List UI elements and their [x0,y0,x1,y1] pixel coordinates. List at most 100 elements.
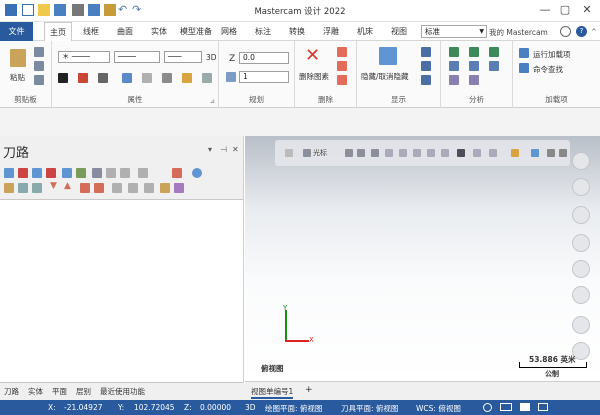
point-select-icon[interactable] [385,149,393,157]
copy-icon[interactable] [34,61,44,71]
hide-unhide-button[interactable]: 隐藏/取消隐藏 [361,71,409,82]
paste-icon[interactable] [10,49,26,67]
backplot-icon[interactable] [62,168,72,178]
toggle-regen-icon[interactable] [32,183,42,193]
collapse-icon[interactable] [160,183,170,193]
dimension-3d-label[interactable]: 3D [206,53,217,62]
tab-surfaces[interactable]: 曲面 [112,22,138,41]
close-icon[interactable]: ✕ [577,2,597,18]
toggle-posting-icon[interactable] [18,183,28,193]
tab-planes[interactable]: 平面 [52,386,67,397]
dialog-launcher-icon[interactable]: ⊿ [210,98,215,105]
analyze-entity-icon[interactable] [449,47,459,57]
entity-attributes-icon[interactable] [162,73,172,83]
tab-recent-functions[interactable]: 最近使用功能 [100,386,145,397]
g1-icon[interactable] [120,168,130,178]
show-selected-icon[interactable] [112,183,122,193]
tab-model-prep[interactable]: 模型准备 [176,22,216,41]
help-circle-icon[interactable] [192,168,202,178]
wireframe-color-icon[interactable] [58,73,68,83]
tab-file[interactable]: 文件 [0,22,33,41]
viewsheet-tab[interactable]: 视图单编号1 [251,386,294,399]
tab-home[interactable]: 主页 [44,22,72,42]
analyze-position-icon[interactable] [469,47,479,57]
mask-icon[interactable] [511,149,519,157]
shaded-mode-icon[interactable] [538,403,548,411]
status-3d-mode[interactable]: 3D [245,403,256,412]
group-select-icon[interactable] [473,149,481,157]
zoom-icon[interactable] [572,152,590,170]
help-icon[interactable]: ? [576,26,587,37]
z-depth-input[interactable]: 0.0 [239,52,289,64]
analyze-chain-icon[interactable] [469,61,479,71]
analyze-angle-icon[interactable] [449,61,459,71]
blank-icon[interactable] [421,47,431,57]
solid-select-icon[interactable] [457,149,465,157]
toolbar-more-icon[interactable] [559,149,567,157]
toggle-display-icon[interactable] [172,168,182,178]
surface-color-icon[interactable] [98,73,108,83]
tab-machine[interactable]: 机床 [352,22,378,41]
tab-annotate[interactable]: 标注 [250,22,276,41]
undelete-icon[interactable] [337,75,347,85]
show-all-icon[interactable] [128,183,138,193]
run-addin-button[interactable]: 运行加载项 [533,49,571,60]
pin-icon[interactable]: ⊣ [220,145,227,154]
my-mastercam-link[interactable]: 我的 Mastercam [489,27,548,38]
shading-icon[interactable] [142,73,152,83]
delete-x-icon[interactable]: ✕ [305,45,320,66]
select-all-icon[interactable] [4,168,14,178]
graphics-viewport[interactable]: 光标 Y X 俯视图 53.886 英米 公制 [245,136,600,381]
material-icon[interactable] [122,73,132,83]
point-style-select[interactable]: ＊ ──── [58,51,110,63]
autocursor-label[interactable]: 光标 [313,148,327,158]
collapse-ribbon-icon[interactable]: ^ [591,28,600,40]
expand-icon[interactable] [174,183,184,193]
delete-duplicates-icon[interactable] [337,47,347,57]
minimize-icon[interactable]: — [535,2,555,18]
stock-icon[interactable] [144,183,154,193]
edge-select-icon[interactable] [399,149,407,157]
tab-mesh[interactable]: 网格 [216,22,242,41]
feedback-icon[interactable] [560,26,571,37]
display-options-icon[interactable] [421,75,431,85]
solid-color-icon[interactable] [78,73,88,83]
set-all-icon[interactable] [202,73,212,83]
analyze-contour-icon[interactable] [489,61,499,71]
delete-advanced-icon[interactable] [337,61,347,71]
regenerate-dirty-icon[interactable] [46,168,56,178]
line-width-select[interactable]: ─── [164,51,202,63]
tab-solids[interactable]: 实体 [146,22,172,41]
display-mode-icon[interactable] [500,403,512,411]
lock-icon[interactable] [4,183,14,193]
status-wcs[interactable]: WCS: 俯视图 [416,403,461,414]
find-command-button[interactable]: 命令查找 [533,64,563,75]
analyze-mass-icon[interactable] [469,75,479,85]
clear-selection-icon[interactable] [547,149,555,157]
level-input[interactable]: 1 [239,71,289,83]
globe-icon[interactable] [483,403,492,412]
rotate-icon[interactable] [572,206,590,224]
pan-icon[interactable] [572,234,590,252]
toolpath-tree[interactable] [0,199,243,383]
tab-relief[interactable]: 浮雕 [318,22,344,41]
delete-entities-button[interactable]: 删除图素 [299,71,329,82]
move-down-icon[interactable]: ▼ [50,181,57,191]
clear-colors-icon[interactable] [182,73,192,83]
style-select[interactable]: 标准 ▼ [421,25,487,38]
tab-toolpaths[interactable]: 刀路 [4,386,19,397]
tab-view[interactable]: 视图 [386,22,412,41]
post-icon[interactable] [106,168,116,178]
status-drawing-plane[interactable]: 绘图平面: 俯视图 [265,403,322,414]
loop-select-icon[interactable] [441,149,449,157]
cursor-icon[interactable] [303,149,311,157]
paste-label[interactable]: 粘贴 [10,72,25,83]
tab-wireframe[interactable]: 线框 [78,22,104,41]
arrow-select-icon[interactable] [371,149,379,157]
wireframe-mode-icon[interactable] [520,403,530,411]
add-viewsheet-button[interactable]: + [305,385,313,395]
analyze-area-icon[interactable] [449,75,459,85]
status-tool-plane[interactable]: 刀具平面: 俯视图 [341,403,398,414]
chain-icon[interactable] [357,149,365,157]
line-style-select[interactable]: ──── [114,51,160,63]
